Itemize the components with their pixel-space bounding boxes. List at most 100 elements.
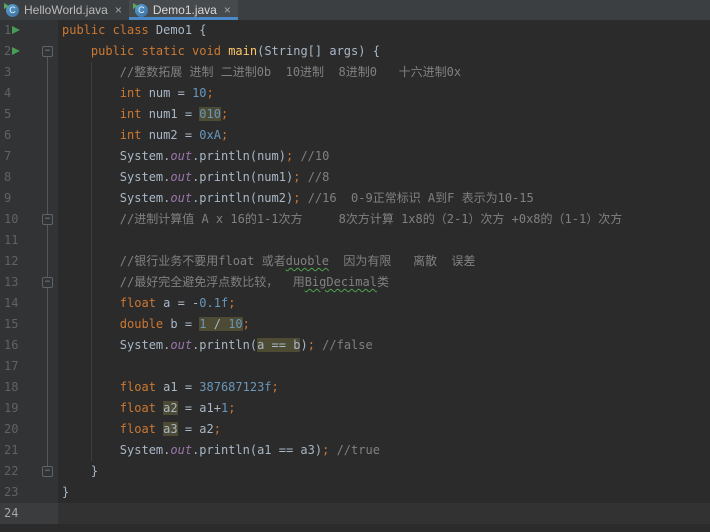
code-line[interactable]: float a = -0.1f; <box>58 293 710 314</box>
gutter-row: 18 <box>0 377 58 398</box>
gutter-row: 3 <box>0 62 58 83</box>
gutter-row: 8 <box>0 167 58 188</box>
code-line[interactable]: System.out.println(num2); //16 0-9正常标识 A… <box>58 188 710 209</box>
line-number: 20 <box>4 422 19 436</box>
code-segment: 类 <box>376 275 389 289</box>
code-segment: int <box>119 86 142 100</box>
code-segment: //整数拓展 进制 二进制0b 10进制 8进制0 十六进制0x <box>119 65 462 79</box>
fold-marker-icon[interactable]: − <box>42 466 53 477</box>
code-segment: .println(num2) <box>192 191 294 205</box>
code-line[interactable]: double b = 1 / 10; <box>58 314 710 335</box>
gutter-row: 23 <box>0 482 58 503</box>
code-line[interactable]: System.out.println(num); //10 <box>58 146 710 167</box>
code-segment: a == b <box>257 338 301 352</box>
fold-marker-icon[interactable]: − <box>42 214 53 225</box>
code-segment: ; <box>206 86 214 100</box>
code-segment: = a2 <box>177 422 214 436</box>
code-line[interactable] <box>58 356 710 377</box>
run-line-icon[interactable] <box>12 47 20 55</box>
code-segment: num = <box>141 86 193 100</box>
tab-close-icon[interactable]: × <box>115 4 122 16</box>
gutter-row: 24 <box>0 503 58 524</box>
code-segment: ; <box>271 380 279 394</box>
gutter-row: 7 <box>0 146 58 167</box>
code-line[interactable]: } <box>58 461 710 482</box>
code-segment: } <box>62 464 99 478</box>
fold-marker-icon[interactable]: − <box>42 46 53 57</box>
code-line[interactable]: //最好完全避免浮点数比较， 用BigDecimal类 <box>58 272 710 293</box>
code-line[interactable]: public static void main(String[] args) { <box>58 41 710 62</box>
code-segment: 因为有限 离散 误差 <box>328 254 476 268</box>
line-number: 4 <box>4 86 12 100</box>
code-segment: int <box>119 128 142 142</box>
code-line[interactable]: //整数拓展 进制 二进制0b 10进制 8进制0 十六进制0x <box>58 62 710 83</box>
code-line[interactable]: System.out.println(num1); //8 <box>58 167 710 188</box>
code-line[interactable]: } <box>58 482 710 503</box>
code-segment: System. <box>119 338 171 352</box>
gutter-row: 22 − <box>0 461 58 482</box>
gutter-row: 11 <box>0 230 58 251</box>
code-segment: 0.1f <box>199 296 229 310</box>
code-segment: ; <box>242 317 250 331</box>
code-line[interactable]: //进制计算值 A x 16的1-1次方 8次方计算 1x8的（2-1）次方 +… <box>58 209 710 230</box>
code-segment: ; <box>228 401 236 415</box>
code-segment: a3 <box>163 422 178 436</box>
code-line[interactable]: public class Demo1 { <box>58 20 710 41</box>
gutter-row: 2− <box>0 41 58 62</box>
line-number: 7 <box>4 149 12 163</box>
run-badge-icon <box>4 2 9 9</box>
code-segment: //进制计算值 A x 16的1-1次方 8次方计算 1x8的（2-1）次方 +… <box>119 212 623 226</box>
editor: 1 2−3 4 5 6 7 8 9 10−11 12 13−14 15 16 17 18 19 20 21 22−2… <box>0 20 710 532</box>
code-segment: 387687123f <box>199 380 272 394</box>
run-line-icon[interactable] <box>12 26 20 34</box>
code-line[interactable]: System.out.println(a1 == a3); //true <box>58 440 710 461</box>
code-segment: .println( <box>192 338 258 352</box>
line-number: 19 <box>4 401 19 415</box>
line-number: 23 <box>4 485 19 499</box>
code-segment: num1 = <box>141 107 200 121</box>
code-segment: out <box>170 170 193 184</box>
fold-marker-icon[interactable]: − <box>42 277 53 288</box>
code-line[interactable]: int num = 10; <box>58 83 710 104</box>
code-line[interactable]: System.out.println(a == b); //false <box>58 335 710 356</box>
code-line[interactable]: float a3 = a2; <box>58 419 710 440</box>
line-number: 8 <box>4 170 12 184</box>
code-line[interactable]: float a1 = 387687123f; <box>58 377 710 398</box>
code-segment: public class <box>62 23 156 37</box>
code-segment: b = <box>163 317 200 331</box>
code-segment: //10 <box>300 149 330 163</box>
tab-close-icon[interactable]: × <box>224 4 231 16</box>
code-line[interactable]: int num2 = 0xA; <box>58 125 710 146</box>
editor-tab[interactable]: C HelloWorld.java × <box>0 0 129 20</box>
code-segment: public static void <box>90 44 229 58</box>
code-segment: System. <box>119 191 171 205</box>
line-number: 12 <box>4 254 19 268</box>
fold-line <box>47 52 48 472</box>
code-segment: .println(a1 == a3) <box>192 443 323 457</box>
code-segment: main <box>228 44 258 58</box>
code-segment: } <box>62 485 70 499</box>
code-line[interactable]: int num1 = 010; <box>58 104 710 125</box>
code-line[interactable] <box>58 503 710 524</box>
code-line[interactable]: //银行业务不要用float 或者duoble 因为有限 离散 误差 <box>58 251 710 272</box>
code-line[interactable]: float a2 = a1+1; <box>58 398 710 419</box>
code-segment: System. <box>119 443 171 457</box>
gutter-row: 15 <box>0 314 58 335</box>
editor-tab[interactable]: C Demo1.java × <box>128 0 238 20</box>
line-number: 11 <box>4 233 19 247</box>
code-line[interactable] <box>58 230 710 251</box>
code-segment: float <box>119 422 156 436</box>
code-area[interactable]: public class Demo1 { public static void … <box>58 20 710 524</box>
code-segment: //16 0-9正常标识 A到F 表示为10-15 <box>307 191 534 205</box>
tab-bar: C HelloWorld.java × C Demo1.java × <box>0 0 710 20</box>
code-segment: Demo1 { <box>155 23 207 37</box>
gutter-row: 1 <box>0 20 58 41</box>
